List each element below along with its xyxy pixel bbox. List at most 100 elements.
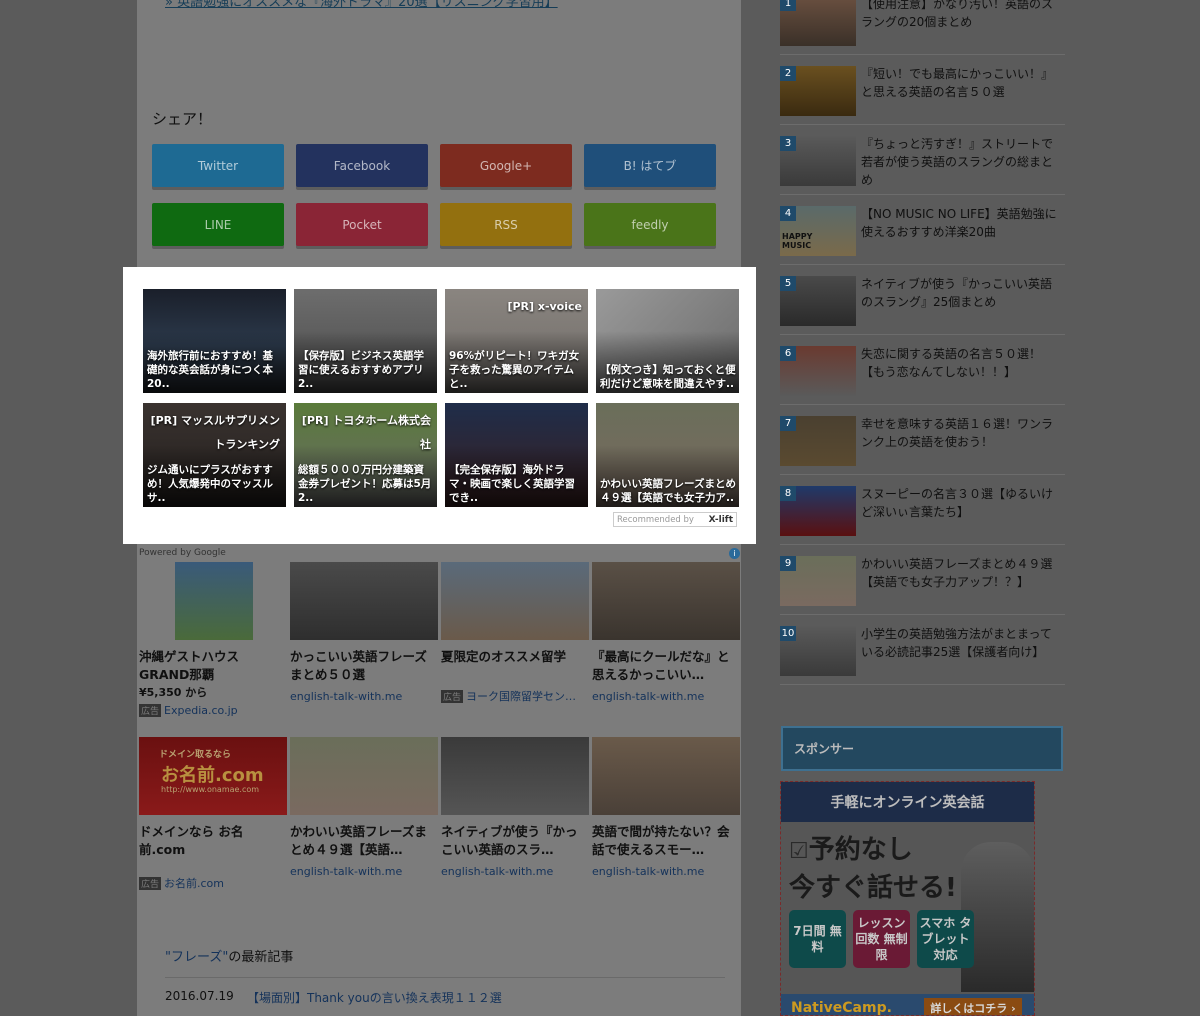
ranking-number: 3 [780,136,796,151]
ad-domain-text: お名前.com [164,877,225,890]
powered-by-google: Powered by Google [139,548,226,558]
share-facebook-button[interactable]: Facebook [296,144,428,187]
recommend-tile-toyota-home[interactable]: [PR] トヨタホーム株式会社 総額５０００万円分建築資金券プレゼント！応募は5月… [294,403,437,507]
share-heading: シェア！ [152,110,213,128]
share-line-button[interactable]: LINE [152,203,284,246]
ranking-title: 失恋に関する英語の名言５０選！【もう恋なんてしない！！】 [861,347,1042,379]
recommend-tile-travel[interactable]: 海外旅行前におすすめ！基礎的な英会話が身につく本20.. [143,289,286,393]
recommend-widget: 海外旅行前におすすめ！基礎的な英会話が身につく本20.. 【保存版】ビジネス英語学… [123,267,756,544]
ad-title: かわいい英語フレーズまとめ４９選【英語… [290,824,427,857]
share-b-button[interactable]: B! はてブ [584,144,716,187]
recommend-tile-business-app[interactable]: 【保存版】ビジネス英語学習に使えるおすすめアプリ2.. [294,289,437,393]
share-googleplus-button[interactable]: Google+ [440,144,572,187]
sponsor-heading: スポンサー [781,726,1063,771]
ad-image [441,562,589,640]
banner-headline: ☑予約なし 今すぐ話せる! [789,832,957,906]
ad-item-native-slang[interactable]: ネイティブが使う『かっこいい英語のスラ… english-talk-with.me [441,737,589,878]
ad-image [175,562,253,640]
ranking-number: 5 [780,276,796,291]
ad-badge: 広告 [139,704,162,717]
recommend-tile-pr: [PR] マッスルサプリメントランキング [150,414,280,451]
nativecamp-logo: NativeCamp. [791,1000,892,1016]
recommend-tile-caption: かわいい英語フレーズまとめ４９選【英語でも女子力ア.. [600,478,736,504]
ranking-number: 7 [780,416,796,431]
share-feedly-button[interactable]: feedly [584,203,716,246]
prev-article-link[interactable]: » 英語勉強にオススメな『海外ドラマ』20選【リスニング学習用】 [165,0,558,10]
ranking-item[interactable]: 9 かわいい英語フレーズまとめ４９選【英語でも女子力アップ！？】 [780,545,1065,615]
ad-item-cute-phrases[interactable]: かわいい英語フレーズまとめ４９選【英語… english-talk-with.me [290,737,438,878]
ad-image: ドメイン取るなら お名前.com http://www.onamae.com [139,737,287,815]
ad-domain: 広告 ヨーク国際留学セン… [441,688,589,704]
ad-domain: english-talk-with.me [592,690,740,703]
banner-heading: 手軽にオンライン英会話 [781,782,1034,822]
banner-cta-button[interactable]: 詳しくはコチラ › [924,998,1022,1015]
ad-title: 『最高にクールだな』と思えるかっこいい… [592,649,730,682]
ranking-item[interactable]: 7 幸せを意味する英語１６選！ワンランク上の英語を使おう！ [780,405,1065,475]
ranking-item[interactable]: HAPPY MUSIC 4 【NO MUSIC NO LIFE】英語勉強に使えるおす… [780,195,1065,265]
recommend-tile-muscle-supplement[interactable]: [PR] マッスルサプリメントランキング ジム通いにプラスがおすすめ！人気爆発中の… [143,403,286,507]
recommend-credit[interactable]: Recommended by X-lift [613,512,737,527]
ad-item-cool-phrases[interactable]: かっこいい英語フレーズまとめ５０選 english-talk-with.me [290,562,438,703]
share-twitter-button[interactable]: Twitter [152,144,284,187]
ad-image [290,562,438,640]
nativecamp-banner[interactable]: 手軽にオンライン英会話 ☑予約なし 今すぐ話せる! 7日間 無料 レッスン 回数… [780,781,1035,1016]
recommend-tile-drama-movie[interactable]: 【完全保存版】海外ドラマ・映画で楽しく英語学習でき.. [445,403,588,507]
latest-heading: "フレーズ"の最新記事 [165,946,293,965]
ad-title: 夏限定のオススメ留学 [441,649,567,664]
ad-title: ドメインなら お名前.com [139,824,244,857]
ranking-title: 【使用注意】かなり汚い！英語のスラングの20個まとめ [861,0,1054,29]
ad-item-onamae-domain[interactable]: ドメイン取るなら お名前.com http://www.onamae.com ドメイン… [139,737,287,891]
ranking-item[interactable]: 3 『ちょっと汚すぎ！』ストリートで若者が使う英語のスラングの総まとめ [780,125,1065,195]
ad-info-icon[interactable]: i [729,548,740,559]
ad-price: ¥5,350 から [139,686,208,699]
ranking-number: 6 [780,346,796,361]
latest-category[interactable]: "フレーズ" [165,950,228,965]
ranking-title: 幸せを意味する英語１６選！ワンランク上の英語を使おう！ [861,417,1054,449]
ad-badge: 広告 [441,690,464,703]
ranking-number: 2 [780,66,796,81]
recommend-tile-pr: [PR] トヨタホーム株式会社 [301,414,431,451]
recommend-tile-x-voice[interactable]: [PR] x-voice 96%がリピート！ワキガ女子を救った驚異のアイテムと.. [445,289,588,393]
ad-domain: 広告 Expedia.co.jp [139,704,287,717]
recommend-tile-caption: 【完全保存版】海外ドラマ・映画で楽しく英語学習でき.. [449,464,575,504]
ranking-item[interactable]: 10 小学生の英語勉強方法がまとまっている必読記事25選【保護者向け】 [780,615,1065,685]
banner-pill-free: 7日間 無料 [789,910,846,968]
banner-pill-mobile: スマホ タブレット 対応 [917,910,974,968]
ad-title: ネイティブが使う『かっこいい英語のスラ… [441,824,578,857]
ad-title: かっこいい英語フレーズまとめ５０選 [290,649,427,682]
ad-domain-text: ヨーク国際留学セン… [466,690,577,703]
ad-item-cool-quotes[interactable]: 『最高にクールだな』と思えるかっこいい… english-talk-with.me [592,562,740,703]
ad-domain-text: Expedia.co.jp [164,704,238,717]
recommend-tile-english-example[interactable]: 【例文つき】知っておくと便利だけど意味を間違えやす.. [596,289,739,393]
ranking-item[interactable]: 8 スヌーピーの名言３０選【ゆるいけど深いぃ言葉たち】 [780,475,1065,545]
latest-suffix: の最新記事 [228,950,294,965]
ranking-thumbnail: 7 [780,416,856,466]
ranking-thumbnail: 3 [780,136,856,186]
recommend-credit-text: Recommended by [617,514,694,525]
recommend-tile-pr: [PR] x-voice [507,300,582,313]
ranking-item[interactable]: 5 ネイティブが使う『かっこいい英語のスラング』25個まとめ [780,265,1065,335]
recommend-tile-caption: 【例文つき】知っておくと便利だけど意味を間違えやす.. [600,364,736,390]
latest-date: 2016.07.19 [165,989,234,1003]
divider [165,977,725,978]
ad-item-summer-study[interactable]: 夏限定のオススメ留学 広告 ヨーク国際留学セン… [441,562,589,704]
ad-title: 沖縄ゲストハウス GRAND那覇 [139,649,240,682]
ad-domain: english-talk-with.me [290,865,438,878]
ranking-item[interactable]: 1 【使用注意】かなり汚い！英語のスラングの20個まとめ [780,0,1065,55]
recommend-tile-cute-phrase[interactable]: かわいい英語フレーズまとめ４９選【英語でも女子力ア.. [596,403,739,507]
share-rss-button[interactable]: RSS [440,203,572,246]
ad-item-okinawa-guesthouse[interactable]: 沖縄ゲストハウス GRAND那覇 ¥5,350 から 広告 Expedia.co.jp [139,562,287,717]
ranking-item[interactable]: 2 『短い！でも最高にかっこいい！』と思える英語の名言５０選 [780,55,1065,125]
ranking-number: 9 [780,556,796,571]
ranking-thumbnail: 5 [780,276,856,326]
ranking-thumbnail: 1 [780,0,856,46]
ranking-thumbnail: HAPPY MUSIC 4 [780,206,856,256]
ad-item-small-talk[interactable]: 英語で間が持たない？会話で使えるスモー… english-talk-with.me [592,737,740,878]
latest-article-link[interactable]: 【場面別】Thank youの言い換え表現１１２選 [247,989,502,1006]
ad-domain-text: english-talk-with.me [290,690,403,703]
ranking-item[interactable]: 6 失恋に関する英語の名言５０選！【もう恋なんてしない！！】 [780,335,1065,405]
ad-image [441,737,589,815]
share-pocket-button[interactable]: Pocket [296,203,428,246]
banner-line2: 今すぐ話せる! [789,873,957,903]
xlift-logo: X-lift [708,514,733,525]
